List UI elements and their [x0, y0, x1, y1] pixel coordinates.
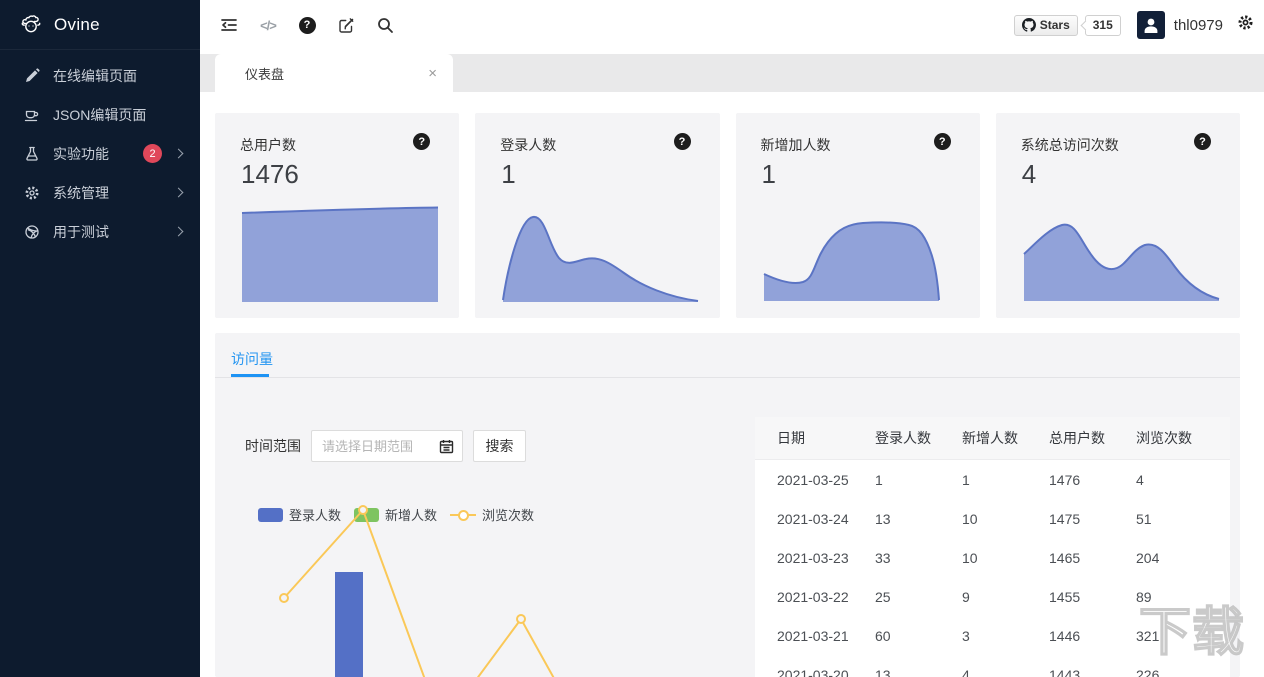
avatar[interactable] [1136, 11, 1165, 39]
sidebar-item-online-edit[interactable]: 在线编辑页面 [0, 56, 200, 95]
topbar-actions: </> ? [200, 16, 394, 34]
edit-icon[interactable] [337, 16, 355, 34]
main-content: 总用户数 ? 1476 登录人数 ? 1 新增加人数 ? 1 系统总访问次数 ?… [200, 92, 1264, 677]
table-row: 2021-03-20 13 4 1443 226 [777, 666, 1160, 677]
sidebar-item-label: 在线编辑页面 [53, 67, 137, 84]
app-name: Ovine [54, 14, 100, 34]
sidebar-item-system[interactable]: 系统管理 [0, 173, 200, 212]
sheep-icon [21, 14, 41, 32]
card-title: 系统总访问次数 [1020, 137, 1119, 153]
bar-logins[interactable] [335, 572, 363, 677]
col-header-date: 日期 [777, 430, 805, 446]
card-title: 登录人数 [500, 137, 557, 153]
col-header-logins: 登录人数 [875, 430, 931, 446]
table-header-row: 日期 登录人数 新增人数 总用户数 浏览次数 [755, 417, 1230, 460]
table-row: 2021-03-24 13 10 1475 51 [777, 510, 1152, 527]
card-title: 新增加人数 [760, 137, 831, 153]
stat-card-total-visits: 系统总访问次数 ? 4 [995, 113, 1240, 318]
github-stars-label: Stars [1039, 18, 1070, 32]
sidebar-menu: 在线编辑页面 JSON编辑页面 实验功能 2 系统管理 用于测试 [0, 50, 200, 251]
table-row: 2021-03-23 33 10 1465 204 [777, 549, 1160, 566]
stat-card-logins: 登录人数 ? 1 [475, 113, 720, 318]
sidebar: Ovine 在线编辑页面 JSON编辑页面 实验功能 2 系统管理 用于测试 [0, 0, 200, 677]
sidebar-item-label: JSON编辑页面 [53, 106, 147, 123]
sidebar-toggle-icon[interactable] [220, 16, 238, 34]
settings-gear-icon[interactable] [1237, 14, 1254, 36]
help-icon[interactable]: ? [413, 133, 431, 150]
tab-visits[interactable]: 访问量 [231, 349, 273, 369]
stat-card-new-users: 新增加人数 ? 1 [735, 113, 980, 318]
stat-card-total-users: 总用户数 ? 1476 [215, 113, 460, 318]
visits-table: 日期 登录人数 新增人数 总用户数 浏览次数 2021-03-25 1 1 14… [755, 417, 1230, 677]
notification-badge: 2 [143, 144, 162, 163]
date-range-input[interactable] [311, 430, 463, 462]
sparkline-chart [1023, 223, 1220, 301]
card-value: 1 [761, 159, 776, 189]
code-icon[interactable]: </> [259, 16, 277, 34]
help-icon[interactable]: ? [1194, 133, 1211, 150]
help-icon[interactable]: ? [673, 133, 691, 150]
github-stars-count[interactable]: 315 [1084, 14, 1121, 36]
date-range-field[interactable] [312, 438, 430, 454]
visits-panel: 访问量 时间范围 搜索 [215, 333, 1240, 677]
chevron-right-icon [173, 226, 184, 237]
dashboard-page: Ovine 在线编辑页面 JSON编辑页面 实验功能 2 系统管理 用于测试 <… [0, 0, 1264, 677]
visits-bar-line-chart [279, 505, 555, 677]
github-icon [1021, 18, 1036, 32]
calendar-icon[interactable] [439, 439, 454, 459]
tab-strip: 仪表盘 × [200, 54, 1264, 92]
app-logo[interactable]: Ovine [0, 0, 200, 50]
github-stars-widget[interactable]: Stars 315 [1013, 14, 1121, 36]
sidebar-item-label: 系统管理 [53, 184, 109, 201]
card-value: 1 [501, 159, 516, 189]
search-button[interactable]: 搜索 [473, 430, 526, 462]
topbar-user-area: Stars 315 thl0979 [1013, 11, 1264, 39]
line-marker[interactable] [358, 505, 368, 515]
chevron-right-icon [173, 148, 184, 159]
tab-close-icon[interactable]: × [428, 65, 437, 82]
col-header-views: 浏览次数 [1136, 430, 1192, 446]
globe-icon [24, 224, 40, 240]
gear-icon [24, 185, 40, 201]
pencil-icon [24, 67, 40, 84]
card-value: 4 [1021, 159, 1037, 189]
help-icon[interactable]: ? [298, 16, 316, 34]
sidebar-item-label: 用于测试 [53, 223, 109, 240]
table-row: 2021-03-22 25 9 1455 89 [777, 588, 1152, 605]
topbar: </> ? Stars 315 thl0979 [200, 0, 1264, 50]
tab-dashboard[interactable]: 仪表盘 × [215, 54, 453, 92]
github-stars-button[interactable]: Stars [1013, 14, 1078, 36]
sparkline-chart [241, 206, 439, 302]
sidebar-item-json-edit[interactable]: JSON编辑页面 [0, 95, 200, 134]
line-marker[interactable] [279, 593, 289, 603]
user-icon [1144, 18, 1158, 33]
line-marker[interactable] [516, 614, 526, 624]
sidebar-item-testing[interactable]: 用于测试 [0, 212, 200, 251]
sparkline-chart [502, 216, 699, 302]
flask-icon [24, 146, 40, 162]
tab-label: 仪表盘 [245, 66, 285, 82]
table-row: 2021-03-21 60 3 1446 321 [777, 627, 1160, 644]
search-icon[interactable] [376, 16, 394, 34]
cup-icon [24, 107, 40, 123]
chevron-right-icon [173, 187, 184, 198]
date-range-label: 时间范围 [245, 438, 301, 454]
col-header-new-users: 新增人数 [962, 430, 1018, 446]
sidebar-item-experimental[interactable]: 实验功能 2 [0, 134, 200, 173]
filter-form: 时间范围 搜索 [245, 430, 526, 462]
username[interactable]: thl0979 [1174, 17, 1223, 34]
divider [215, 377, 1240, 378]
table-row: 2021-03-25 1 1 1476 4 [777, 471, 1144, 488]
col-header-total-users: 总用户数 [1049, 430, 1105, 446]
help-icon[interactable]: ? [933, 133, 951, 150]
sparkline-chart [763, 221, 940, 301]
card-title: 总用户数 [240, 137, 296, 153]
stat-cards: 总用户数 ? 1476 登录人数 ? 1 新增加人数 ? 1 系统总访问次数 ?… [215, 113, 1240, 318]
sidebar-item-label: 实验功能 [53, 145, 109, 162]
card-value: 1476 [241, 159, 299, 189]
